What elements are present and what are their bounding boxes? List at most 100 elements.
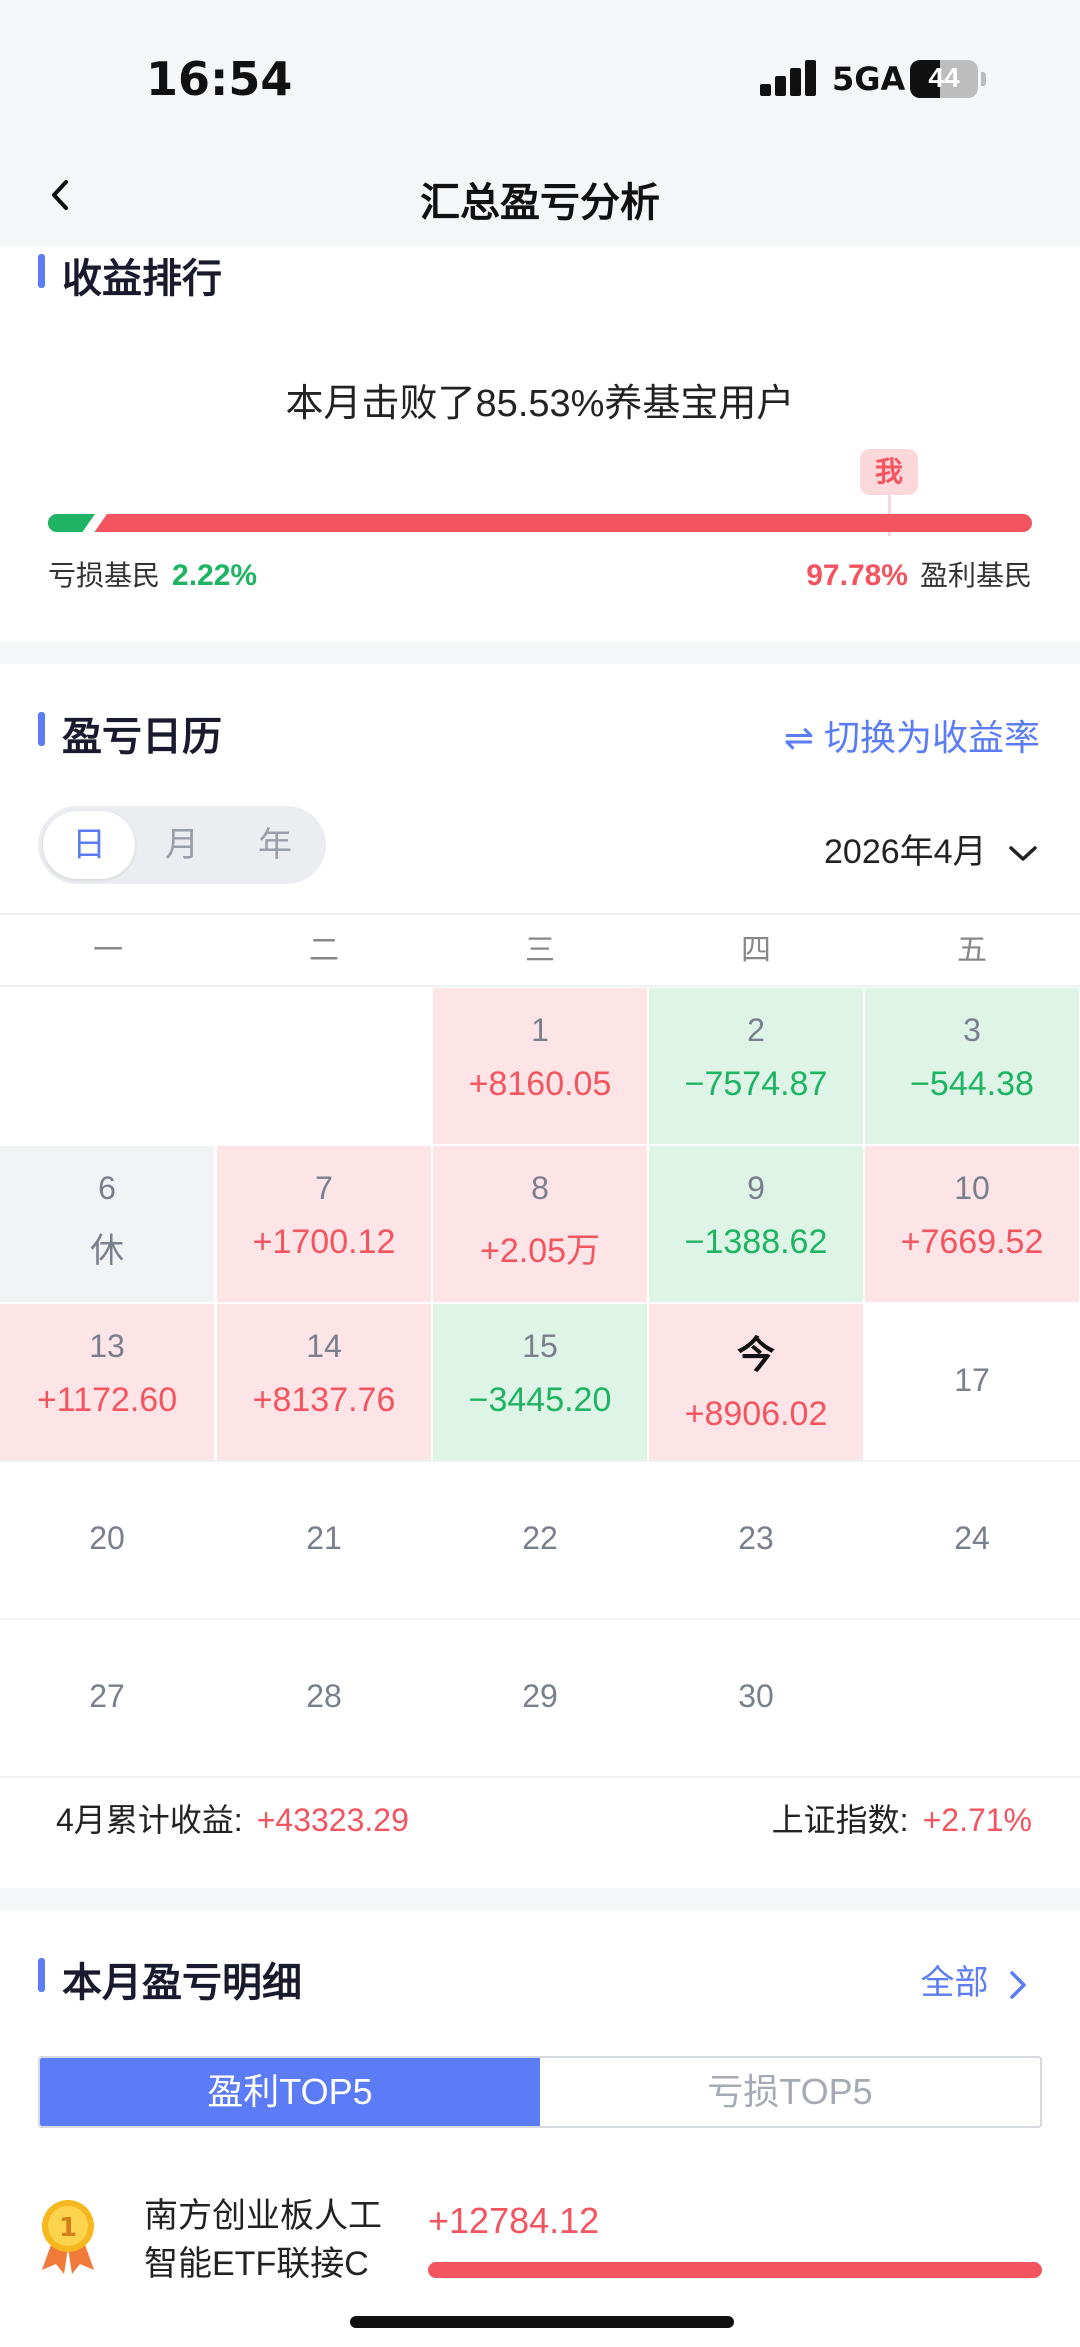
detail-title: 本月盈亏明细 <box>38 1950 302 2008</box>
ranking-title: 收益排行 <box>38 246 222 304</box>
status-time: 16:54 <box>146 52 293 106</box>
network-type: 5GA <box>832 60 906 98</box>
calendar-day-today[interactable]: 今 +8906.02 <box>649 1304 863 1460</box>
day-value: 休 <box>90 1232 124 1270</box>
day-value: −3445.20 <box>468 1381 612 1419</box>
day-number: 17 <box>954 1362 990 1398</box>
day-number: 15 <box>522 1328 558 1364</box>
month-picker[interactable]: 2026年4月 <box>824 824 1040 873</box>
loss-label: 亏损基民 <box>48 560 161 591</box>
day-number: 24 <box>954 1520 990 1556</box>
calendar-day[interactable]: 15 −3445.20 <box>433 1304 647 1460</box>
calendar-day[interactable]: 6休 <box>0 1146 214 1302</box>
day-number: 22 <box>522 1520 558 1556</box>
month-total-value: +43323.29 <box>256 1802 409 1838</box>
calendar-day[interactable]: 9 −1388.62 <box>649 1146 863 1302</box>
calendar-title: 盈亏日历 <box>38 704 222 762</box>
view-all-label: 全部 <box>920 1964 989 2002</box>
day-value: −544.38 <box>910 1065 1034 1103</box>
seg-day[interactable]: 日 <box>43 811 135 879</box>
period-segment: 日 月 年 <box>38 806 326 884</box>
day-number: 23 <box>738 1520 774 1556</box>
calendar-day[interactable]: 30 <box>649 1620 863 1776</box>
detail-tabs: 盈利TOP5 亏损TOP5 <box>38 2056 1042 2128</box>
day-number: 7 <box>315 1170 333 1206</box>
index-value: +2.71% <box>922 1802 1032 1838</box>
day-value: +8160.05 <box>468 1065 612 1103</box>
day-number: 今 <box>736 1335 775 1377</box>
calendar-day[interactable]: 10 +7669.52 <box>865 1146 1079 1302</box>
gain-label: 盈利基民 <box>919 560 1032 591</box>
month-total: 4月累计收益: +43323.29 <box>56 1795 409 1841</box>
day-value: +1700.12 <box>252 1223 396 1261</box>
calendar-day[interactable]: 1 +8160.05 <box>433 988 647 1144</box>
seg-year[interactable]: 年 <box>229 811 321 879</box>
signal-icon <box>760 60 820 96</box>
day-value: +1172.60 <box>36 1381 178 1419</box>
calendar-day[interactable]: 13 +1172.60 <box>0 1304 214 1460</box>
tab-loss-top5[interactable]: 亏损TOP5 <box>540 2058 1040 2126</box>
calendar-day[interactable]: 22 <box>433 1462 647 1618</box>
month-label: 2026年4月 <box>824 833 987 871</box>
medal-rank: 1 <box>59 2213 77 2243</box>
calendar-card: 盈亏日历 ⇌ 切换为收益率 日 月 年 2026年4月 一 二 三 四 五 1 +… <box>0 664 1080 1888</box>
nav-bar: 汇总盈亏分析 <box>0 150 1080 246</box>
calendar-day[interactable]: 3 −544.38 <box>865 988 1079 1144</box>
day-number: 6 <box>98 1170 116 1206</box>
day-number: 21 <box>306 1520 342 1556</box>
view-all-link[interactable]: 全部 <box>921 1955 1030 2004</box>
calendar-day[interactable]: 24 <box>865 1462 1079 1618</box>
day-number: 1 <box>531 1012 549 1048</box>
day-number: 8 <box>531 1170 549 1206</box>
day-number: 13 <box>89 1328 125 1364</box>
day-value: −7574.87 <box>684 1065 828 1103</box>
medal-icon: 1 <box>38 2196 98 2276</box>
calendar-day[interactable]: 27 <box>0 1620 214 1776</box>
weekday: 五 <box>957 934 987 967</box>
ranking-card: 收益排行 本月击败了85.53%养基宝用户 我 亏损基民 2.22% 97.78%… <box>0 246 1080 642</box>
calendar-day[interactable]: 17 <box>865 1304 1079 1460</box>
calendar-day[interactable]: 7 +1700.12 <box>217 1146 431 1302</box>
day-value: +7669.52 <box>900 1223 1044 1261</box>
month-total-label: 4月累计收益: <box>56 1802 243 1838</box>
home-indicator[interactable] <box>350 2316 734 2328</box>
ranking-headline: 本月击败了85.53%养基宝用户 <box>285 383 795 425</box>
day-number: 9 <box>747 1170 765 1206</box>
fund-value-bar <box>428 2262 1042 2278</box>
day-number: 14 <box>306 1328 342 1364</box>
weekday: 一 <box>93 934 123 967</box>
calendar-day[interactable]: 23 <box>649 1462 863 1618</box>
weekday: 二 <box>309 934 339 967</box>
day-number: 28 <box>306 1678 342 1714</box>
calendar-day[interactable]: 28 <box>217 1620 431 1776</box>
switch-rate-button[interactable]: ⇌ 切换为收益率 <box>784 709 1040 761</box>
day-number: 29 <box>522 1678 558 1714</box>
calendar-day[interactable]: 8 +2.05万 <box>433 1146 647 1302</box>
calendar-day[interactable]: 2 −7574.87 <box>649 988 863 1144</box>
day-value: +8137.76 <box>252 1381 396 1419</box>
tab-gain-top5[interactable]: 盈利TOP5 <box>40 2058 540 2126</box>
chevron-down-icon <box>1009 846 1037 861</box>
day-number: 27 <box>89 1678 125 1714</box>
gain-users: 97.78% 盈利基民 <box>806 554 1032 594</box>
day-value: +2.05万 <box>479 1232 601 1270</box>
loss-users: 亏损基民 2.22% <box>48 554 257 594</box>
weekday: 三 <box>525 934 555 967</box>
seg-month[interactable]: 月 <box>136 811 228 879</box>
calendar-day[interactable]: 14 +8137.76 <box>217 1304 431 1460</box>
calendar-day[interactable]: 20 <box>0 1462 214 1618</box>
fund-name[interactable]: 南方创业板人工智能ETF联接C <box>144 2192 404 2288</box>
day-number: 30 <box>738 1678 774 1714</box>
day-value: −1388.62 <box>684 1223 828 1261</box>
weekday: 四 <box>741 934 771 967</box>
month-summary: 4月累计收益: +43323.29 上证指数: +2.71% <box>0 1777 1080 1851</box>
ranking-bar <box>48 514 1032 532</box>
calendar-day[interactable]: 21 <box>217 1462 431 1618</box>
page-title: 汇总盈亏分析 <box>420 181 660 225</box>
calendar-day[interactable]: 29 <box>433 1620 647 1776</box>
gain-pct: 97.78% <box>806 559 908 592</box>
fund-value: +12784.12 <box>428 2200 600 2241</box>
chevron-right-icon <box>1010 1971 1026 1999</box>
day-number: 3 <box>963 1012 981 1048</box>
status-bar: 16:54 5GA 44 <box>0 0 1080 150</box>
